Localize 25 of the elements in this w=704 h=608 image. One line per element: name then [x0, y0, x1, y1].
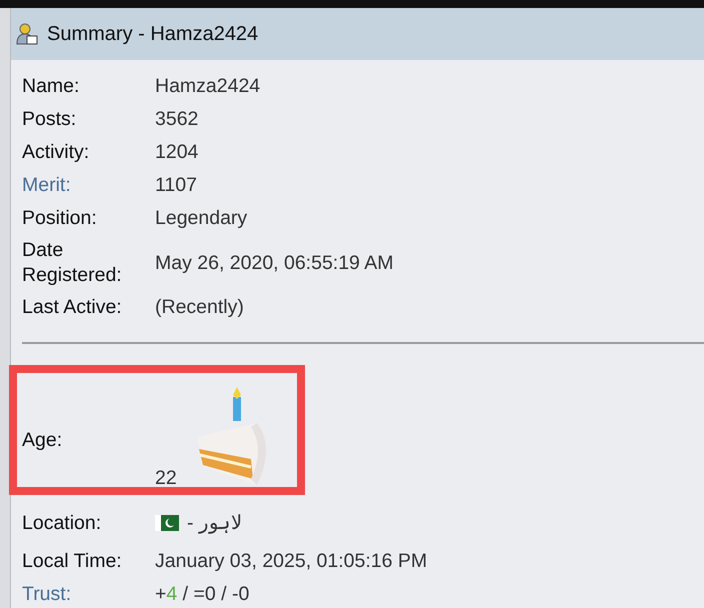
flag-icon: [155, 515, 179, 531]
field-value: 3562: [155, 107, 198, 132]
field-label-link[interactable]: Trust:: [22, 582, 155, 607]
field-label: Date Registered:: [22, 238, 123, 288]
field-label: Activity:: [22, 140, 90, 165]
field-value: (Recently): [155, 295, 244, 320]
panel-title: Summary - Hamza2424: [47, 22, 258, 46]
field-label: Position:: [22, 206, 98, 231]
field-value: لاہور -: [187, 510, 242, 536]
field-label: Local Time:: [22, 549, 123, 574]
field-label-link[interactable]: Merit:: [22, 173, 155, 198]
field-value: 1107: [155, 173, 197, 198]
field-label: Posts:: [22, 107, 78, 132]
field-value: May 26, 2020, 06:55:19 AM: [155, 250, 394, 276]
field-value: Legendary: [155, 206, 248, 231]
field-label: Name:: [22, 74, 80, 99]
trust-score: +4 / =0 / -0: [155, 582, 250, 607]
field-label: Location:: [22, 510, 102, 536]
field-value: 22: [155, 466, 177, 491]
field-label: Last Active:: [22, 295, 123, 320]
field-value: 1204: [155, 140, 198, 165]
field-value: January 03, 2025, 01:05:16 PM: [155, 549, 428, 574]
user-icon: [15, 22, 39, 46]
field-label: Age:: [22, 428, 64, 452]
field-value: Hamza2424: [155, 74, 260, 99]
